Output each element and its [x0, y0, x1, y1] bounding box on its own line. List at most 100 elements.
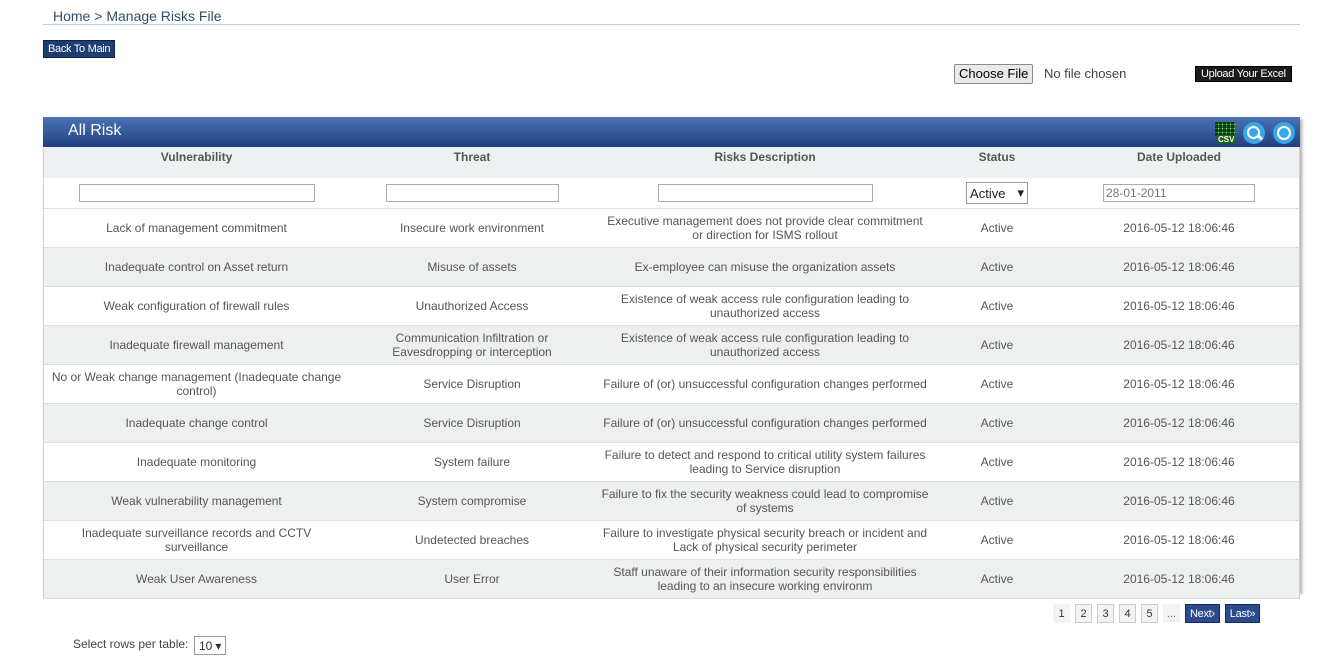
date-cell: 2016-05-12 18:06:46 [1123, 260, 1235, 274]
description-cell: Failure to detect and respond to critica… [604, 448, 926, 476]
filter-row: Active ▾ [44, 178, 1299, 209]
date-cell: 2016-05-12 18:06:46 [1123, 221, 1235, 235]
csv-label: CSV [1217, 135, 1236, 144]
page-3-button[interactable]: 3 [1097, 604, 1114, 623]
date-cell: 2016-05-12 18:06:46 [1123, 338, 1235, 352]
page-1-button[interactable]: 1 [1053, 604, 1070, 623]
threat-cell: Service Disruption [423, 377, 521, 391]
threat-filter-input[interactable] [385, 184, 559, 202]
table-row[interactable]: No or Weak change management (Inadequate… [44, 365, 1299, 404]
rows-per-table-select[interactable]: 10 ▾ [194, 636, 227, 655]
risk-table: Vulnerability Threat Risks Description S… [43, 147, 1300, 599]
date-cell: 2016-05-12 18:06:46 [1123, 299, 1235, 313]
status-cell: Active [980, 416, 1014, 430]
status-cell: Active [980, 299, 1014, 313]
status-cell: Active [980, 455, 1014, 469]
choose-file-button[interactable]: Choose File [954, 64, 1034, 84]
description-cell: Failure of (or) unsuccessful configurati… [603, 416, 927, 430]
date-filter-input[interactable] [1103, 184, 1255, 202]
csv-export-icon[interactable]: CSV [1215, 122, 1236, 144]
panel-title: All Risk [68, 122, 122, 139]
description-cell: Existence of weak access rule configurat… [620, 292, 910, 320]
threat-cell: Undetected breaches [414, 533, 530, 547]
breadcrumb-separator: > [94, 8, 103, 24]
all-risk-panel: All Risk CSV Vulnerability Threat Risks … [43, 117, 1300, 599]
status-cell: Active [980, 572, 1014, 586]
description-filter-input[interactable] [657, 184, 873, 202]
date-cell: 2016-05-12 18:06:46 [1123, 416, 1235, 430]
vulnerability-cell: Weak vulnerability management [111, 494, 282, 508]
page-5-button[interactable]: 5 [1141, 604, 1158, 623]
back-to-main-button[interactable]: Back To Main [43, 40, 116, 58]
threat-cell: Misuse of assets [427, 260, 517, 274]
table-row[interactable]: Lack of management commitment Insecure wo… [44, 209, 1299, 248]
description-cell: Staff unaware of their information secur… [613, 565, 917, 593]
last-page-button[interactable]: Last» [1224, 604, 1261, 623]
description-cell: Failure to investigate physical security… [602, 526, 928, 554]
table-row[interactable]: Weak configuration of firewall rules Unau… [44, 287, 1299, 326]
vulnerability-cell: Weak User Awareness [136, 572, 257, 586]
description-cell: Ex-employee can misuse the organization … [634, 260, 896, 274]
date-cell: 2016-05-12 18:06:46 [1123, 455, 1235, 469]
table-row[interactable]: Inadequate firewall management Communicat… [44, 326, 1299, 365]
table-header: Vulnerability Threat Risks Description S… [44, 147, 1299, 178]
date-cell: 2016-05-12 18:06:46 [1123, 572, 1235, 586]
status-cell: Active [980, 494, 1014, 508]
threat-cell: User Error [444, 572, 500, 586]
breadcrumb: Home > Manage Risks File [53, 8, 221, 24]
date-cell: 2016-05-12 18:06:46 [1123, 494, 1235, 508]
status-cell: Active [980, 377, 1014, 391]
status-cell: Active [980, 260, 1014, 274]
breadcrumb-current: Manage Risks File [106, 8, 222, 24]
threat-cell: System compromise [417, 494, 527, 508]
vulnerability-cell: Lack of management commitment [106, 221, 287, 235]
pagination: 1 2 3 4 5 ... Next› Last» [1053, 604, 1261, 623]
rows-per-table-value: 10 [199, 638, 213, 653]
threat-cell: Unauthorized Access [415, 299, 529, 313]
refresh-icon[interactable] [1273, 122, 1295, 144]
status-filter-value: Active [970, 185, 1006, 201]
panel-header: All Risk CSV [43, 117, 1300, 147]
panel-tools: CSV [1215, 122, 1295, 144]
status-cell: Active [980, 221, 1014, 235]
status-cell: Active [980, 533, 1014, 547]
chevron-down-icon: ▾ [215, 638, 222, 653]
status-cell: Active [980, 338, 1014, 352]
table-row[interactable]: Inadequate control on Asset return Misuse… [44, 248, 1299, 287]
table-row[interactable]: Inadequate monitoring System failure Failu… [44, 443, 1299, 482]
table-row[interactable]: Inadequate change control Service Disrupt… [44, 404, 1299, 443]
vulnerability-cell: No or Weak change management (Inadequate… [51, 370, 342, 398]
table-body: Lack of management commitment Insecure wo… [44, 209, 1299, 599]
page-2-button[interactable]: 2 [1075, 604, 1092, 623]
vulnerability-filter-input[interactable] [78, 184, 315, 202]
table-row[interactable]: Weak vulnerability management System comp… [44, 482, 1299, 521]
breadcrumb-home-link[interactable]: Home [53, 8, 90, 24]
table-row[interactable]: Inadequate surveillance records and CCTV… [44, 521, 1299, 560]
page-4-button[interactable]: 4 [1119, 604, 1136, 623]
search-icon[interactable] [1243, 122, 1265, 144]
next-page-button[interactable]: Next› [1185, 604, 1220, 623]
threat-cell: Insecure work environment [399, 221, 545, 235]
column-header-date-uploaded[interactable]: Date Uploaded [1059, 147, 1299, 178]
description-cell: Failure to fix the security weakness cou… [601, 487, 929, 515]
date-cell: 2016-05-12 18:06:46 [1123, 377, 1235, 391]
upload-excel-button[interactable]: Upload Your Excel [1195, 66, 1292, 82]
vulnerability-cell: Inadequate change control [125, 416, 268, 430]
vulnerability-cell: Inadequate control on Asset return [104, 260, 289, 274]
column-header-threat[interactable]: Threat [349, 147, 595, 178]
status-filter-select[interactable]: Active ▾ [966, 182, 1028, 204]
vulnerability-cell: Inadequate firewall management [109, 338, 284, 352]
vulnerability-cell: Inadequate monitoring [136, 455, 257, 469]
description-cell: Executive management does not provide cl… [607, 214, 923, 242]
table-row[interactable]: Weak User Awareness User Error Staff unawa… [44, 560, 1299, 599]
rows-per-table-label: Select rows per table: [73, 637, 189, 651]
description-cell: Existence of weak access rule configurat… [620, 331, 910, 359]
date-cell: 2016-05-12 18:06:46 [1123, 533, 1235, 547]
threat-cell: Communication Infiltration or Eavesdropp… [392, 331, 552, 359]
chevron-down-icon: ▾ [1017, 185, 1024, 200]
column-header-vulnerability[interactable]: Vulnerability [44, 147, 349, 178]
pagination-ellipsis: ... [1163, 604, 1180, 623]
description-cell: Failure of (or) unsuccessful configurati… [603, 377, 927, 391]
column-header-risks-description[interactable]: Risks Description [595, 147, 935, 178]
column-header-status[interactable]: Status [935, 147, 1059, 178]
